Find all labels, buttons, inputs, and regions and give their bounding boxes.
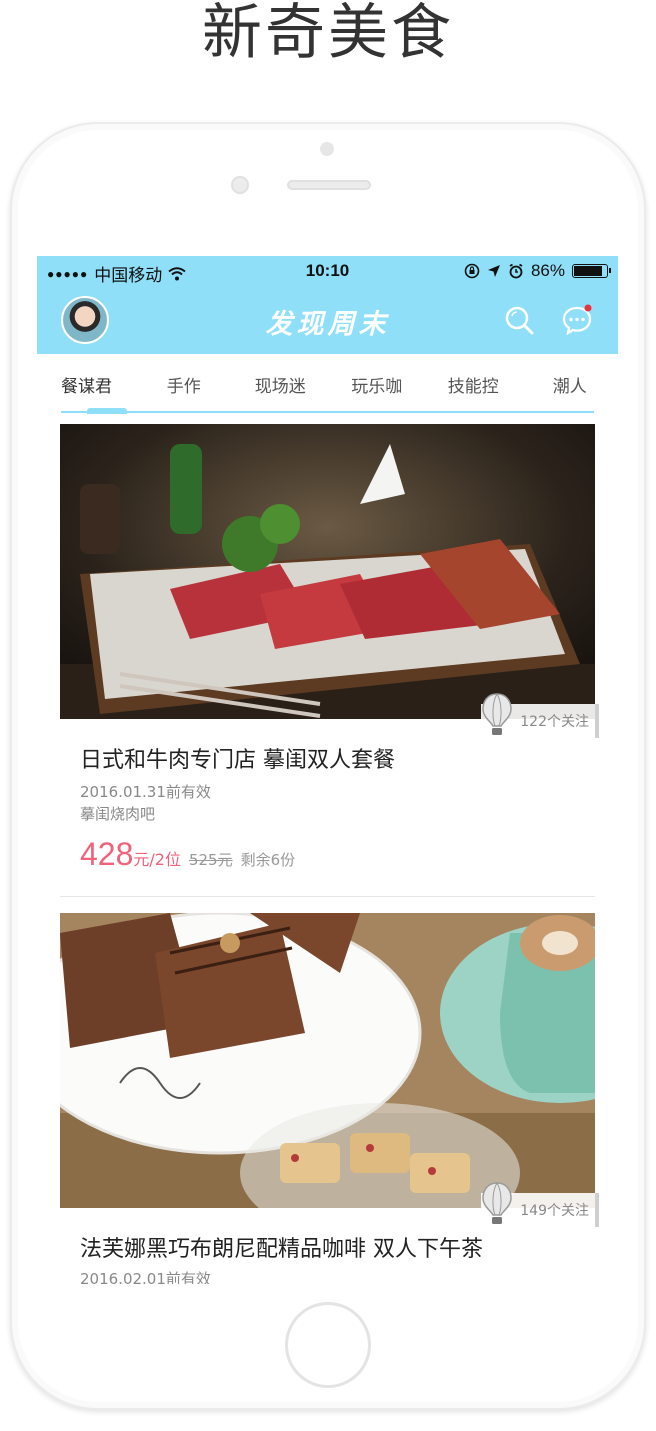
navbar: 发现周末	[37, 286, 618, 354]
tab-jinengkong[interactable]: 技能控	[425, 368, 522, 404]
alarm-icon	[509, 263, 523, 279]
battery-icon	[572, 264, 611, 278]
original-price: 525元	[188, 851, 233, 869]
battery-fill	[574, 266, 602, 276]
follow-count: 149个关注	[520, 1203, 589, 1219]
price-unit: 元/2位	[133, 850, 181, 869]
app-screen: ●●●●● 中国移动 10:10 86% 发现周末 餐谋君 手作 现场迷 玩乐咖…	[37, 256, 618, 1284]
tab-wanleka[interactable]: 玩乐咖	[329, 368, 426, 404]
message-icon[interactable]	[561, 304, 593, 336]
proximity-sensor	[231, 176, 249, 194]
location-icon	[487, 265, 500, 277]
page: 新奇美食 ●●●●● 中国移动 10:10 86% 发现周末 餐谋君 手作 现场…	[0, 0, 656, 1431]
card-divider	[60, 896, 595, 897]
remaining-stock: 剩余6份	[240, 851, 296, 869]
brownie-photo[interactable]	[60, 913, 595, 1208]
battery-percent: 86%	[530, 261, 565, 280]
follow-count: 122个关注	[520, 714, 589, 730]
earpiece-speaker	[287, 180, 371, 190]
tab-underline	[61, 411, 594, 413]
tab-canmoujun[interactable]: 餐谋君	[37, 368, 136, 404]
front-camera	[320, 142, 334, 156]
active-tab-indicator	[87, 408, 127, 414]
promo-title: 新奇美食	[202, 0, 454, 68]
price-value: 428	[80, 836, 134, 872]
follow-badge[interactable]: 149个关注	[481, 1182, 599, 1227]
follow-badge[interactable]: 122个关注	[481, 693, 599, 738]
valid-until: 2016.02.01前有效	[80, 1270, 211, 1284]
balloon-icon	[482, 1182, 512, 1224]
status-bar: ●●●●● 中国移动 10:10 86%	[37, 256, 618, 286]
tab-xianchangmi[interactable]: 现场迷	[232, 368, 329, 404]
search-icon[interactable]	[503, 304, 535, 336]
home-button[interactable]	[285, 1302, 371, 1388]
category-tabs: 餐谋君 手作 现场迷 玩乐咖 技能控 潮人	[37, 368, 618, 404]
wagyu-photo[interactable]	[60, 424, 595, 719]
deal-title[interactable]: 日式和牛肉专门店 摹闺双人套餐	[80, 742, 395, 774]
shop-name: 摹闺烧肉吧	[80, 805, 156, 823]
price-row: 428 元/2位 525元 剩余6份	[80, 836, 295, 873]
app-header: ●●●●● 中国移动 10:10 86% 发现周末	[37, 256, 618, 354]
valid-until: 2016.01.31前有效	[80, 783, 211, 801]
tab-chaoren[interactable]: 潮人	[522, 368, 618, 404]
deal-title[interactable]: 法芙娜黑巧布朗尼配精品咖啡 双人下午茶	[80, 1231, 483, 1263]
tab-shouzuo[interactable]: 手作	[136, 368, 233, 404]
balloon-icon	[482, 693, 512, 735]
rotation-lock-icon	[464, 263, 480, 279]
